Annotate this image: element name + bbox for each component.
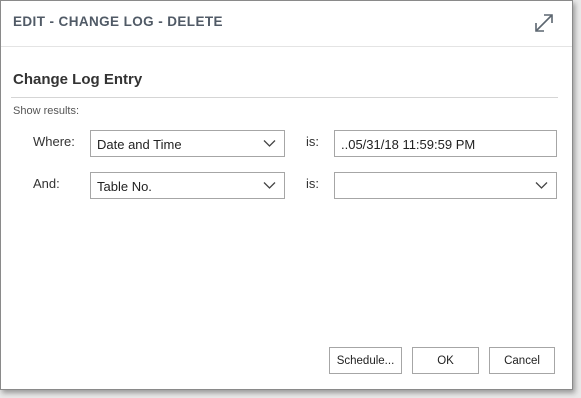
and-label: And:: [33, 176, 60, 191]
where-operator-label: is:: [306, 134, 319, 149]
where-label: Where:: [33, 134, 75, 149]
where-field-select[interactable]: Date and Time: [90, 130, 285, 157]
dialog-title: EDIT - CHANGE LOG - DELETE: [13, 14, 223, 29]
show-results-label: Show results:: [13, 105, 80, 117]
schedule-button[interactable]: Schedule...: [329, 347, 402, 374]
title-divider: [1, 46, 572, 47]
expand-icon[interactable]: [533, 12, 555, 34]
where-value-text: ..05/31/18 11:59:59 PM: [341, 137, 476, 152]
section-title: Change Log Entry: [13, 71, 143, 88]
and-operator-label: is:: [306, 176, 319, 191]
ok-button[interactable]: OK: [412, 347, 479, 374]
chevron-down-icon: [535, 182, 548, 189]
and-field-select[interactable]: Table No.: [90, 172, 285, 199]
change-log-dialog: EDIT - CHANGE LOG - DELETE Change Log En…: [0, 0, 573, 390]
and-value-select[interactable]: [334, 172, 557, 199]
and-field-value: Table No.: [97, 179, 152, 194]
where-value-input[interactable]: ..05/31/18 11:59:59 PM: [334, 130, 557, 157]
where-field-value: Date and Time: [97, 137, 182, 152]
dialog-title-bar: EDIT - CHANGE LOG - DELETE: [1, 1, 572, 45]
chevron-down-icon: [263, 182, 276, 189]
chevron-down-icon: [263, 140, 276, 147]
section-divider: [11, 97, 558, 98]
cancel-button[interactable]: Cancel: [489, 347, 555, 374]
